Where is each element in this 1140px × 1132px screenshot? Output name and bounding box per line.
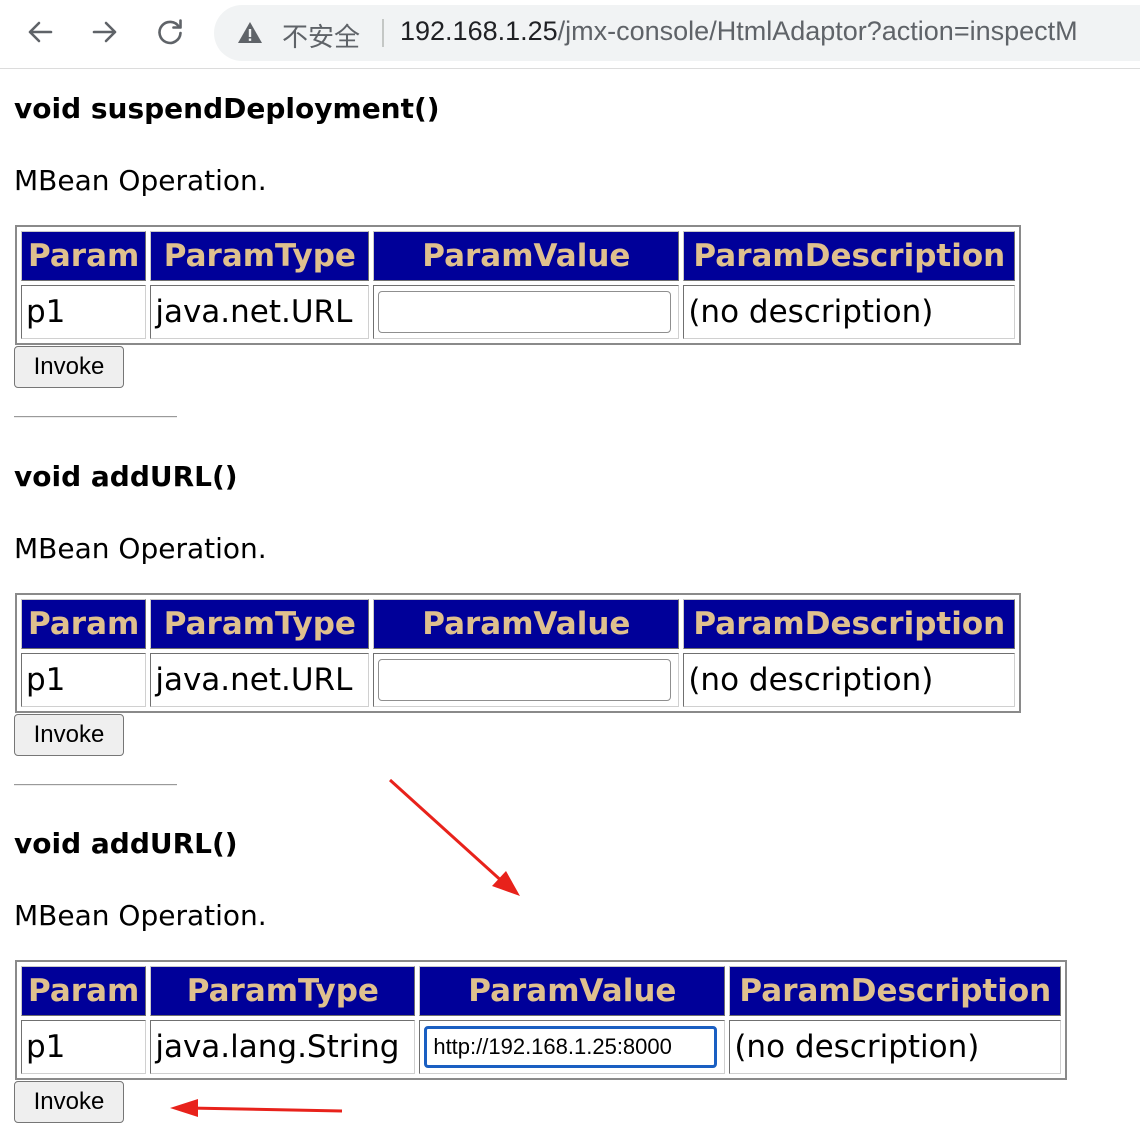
- table-row: p1 java.lang.String (no description): [21, 1020, 1062, 1074]
- param-value-cell: [373, 285, 680, 339]
- param-value-input[interactable]: [378, 659, 672, 701]
- url-host: 192.168.1.25: [400, 16, 558, 46]
- param-name: p1: [21, 653, 147, 707]
- header-paramtype: ParamType: [150, 599, 370, 649]
- operation-description: MBean Operation.: [14, 899, 267, 932]
- header-paramdescription: ParamDescription: [683, 231, 1016, 281]
- header-param: Param: [21, 966, 147, 1016]
- param-name: p1: [21, 285, 147, 339]
- header-param: Param: [21, 231, 147, 281]
- header-paramvalue: ParamValue: [373, 231, 680, 281]
- param-description: (no description): [729, 1020, 1062, 1074]
- operation-title: void addURL(): [14, 827, 238, 860]
- param-type: java.net.URL: [150, 285, 370, 339]
- invoke-button[interactable]: Invoke: [14, 1081, 124, 1123]
- forward-button[interactable]: [85, 12, 125, 52]
- operation-description: MBean Operation.: [14, 164, 267, 197]
- invoke-button[interactable]: Invoke: [14, 714, 124, 756]
- param-value-input[interactable]: [378, 291, 672, 333]
- param-value-cell: [419, 1020, 726, 1074]
- table-row: p1 java.net.URL (no description): [21, 285, 1016, 339]
- address-divider: [382, 19, 384, 47]
- table-header-row: Param ParamType ParamValue ParamDescript…: [21, 231, 1016, 281]
- param-value-input[interactable]: [424, 1026, 718, 1068]
- param-description: (no description): [683, 653, 1016, 707]
- header-paramdescription: ParamDescription: [729, 966, 1062, 1016]
- security-label[interactable]: 不安全: [282, 17, 360, 54]
- param-name: p1: [21, 1020, 147, 1074]
- header-param: Param: [21, 599, 147, 649]
- params-table: Param ParamType ParamValue ParamDescript…: [15, 225, 1022, 345]
- separator-line: [14, 784, 177, 786]
- param-description: (no description): [683, 285, 1016, 339]
- invoke-button[interactable]: Invoke: [14, 346, 124, 388]
- table-header-row: Param ParamType ParamValue ParamDescript…: [21, 966, 1062, 1016]
- reload-button[interactable]: [150, 12, 190, 52]
- separator-line: [14, 416, 177, 418]
- back-button[interactable]: [20, 12, 60, 52]
- warning-icon: [238, 22, 262, 43]
- operation-description: MBean Operation.: [14, 532, 267, 565]
- operation-title: void suspendDeployment(): [14, 92, 440, 125]
- annotation-arrow-icon: [388, 778, 520, 896]
- url-text[interactable]: 192.168.1.25/jmx-console/HtmlAdaptor?act…: [400, 16, 1078, 47]
- header-paramdescription: ParamDescription: [683, 599, 1016, 649]
- table-header-row: Param ParamType ParamValue ParamDescript…: [21, 599, 1016, 649]
- forward-arrow-icon: [92, 21, 117, 43]
- header-paramtype: ParamType: [150, 231, 370, 281]
- back-arrow-icon: [28, 21, 53, 43]
- param-type: java.net.URL: [150, 653, 370, 707]
- param-value-cell: [373, 653, 680, 707]
- header-paramtype: ParamType: [150, 966, 416, 1016]
- header-paramvalue: ParamValue: [373, 599, 680, 649]
- address-bar[interactable]: 不安全 192.168.1.25/jmx-console/HtmlAdaptor…: [214, 5, 1140, 61]
- param-type: java.lang.String: [150, 1020, 416, 1074]
- params-table: Param ParamType ParamValue ParamDescript…: [15, 593, 1022, 713]
- browser-toolbar: 不安全 192.168.1.25/jmx-console/HtmlAdaptor…: [0, 0, 1140, 69]
- params-table: Param ParamType ParamValue ParamDescript…: [15, 960, 1068, 1080]
- reload-icon: [158, 19, 182, 45]
- url-path: /jmx-console/HtmlAdaptor?action=inspectM: [557, 16, 1078, 46]
- header-paramvalue: ParamValue: [419, 966, 726, 1016]
- annotation-arrow-icon: [170, 1099, 343, 1117]
- operation-title: void addURL(): [14, 460, 238, 493]
- table-row: p1 java.net.URL (no description): [21, 653, 1016, 707]
